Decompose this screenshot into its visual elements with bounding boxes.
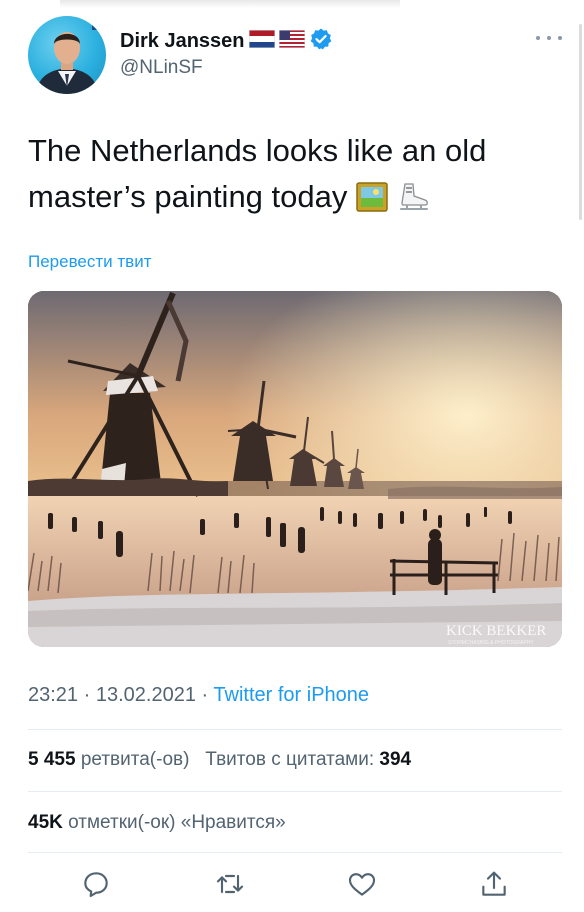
tweet-actions-bar bbox=[64, 868, 524, 902]
meta-separator: · bbox=[83, 684, 91, 706]
meta-separator: · bbox=[201, 684, 209, 706]
more-options-icon[interactable] bbox=[536, 30, 562, 46]
usa-flag-icon bbox=[278, 29, 306, 53]
divider bbox=[28, 729, 562, 730]
tweet-time[interactable]: 23:21 bbox=[28, 684, 78, 706]
netherlands-flag-icon bbox=[248, 29, 276, 53]
verified-badge-icon bbox=[309, 27, 333, 56]
quote-tweets-label: Твитов с цитатами: bbox=[205, 749, 375, 770]
previous-tweet-edge bbox=[60, 0, 400, 8]
tweet-text-line-1: The Netherlands looks like an old bbox=[28, 133, 487, 168]
avatar[interactable] bbox=[28, 16, 106, 94]
share-icon[interactable] bbox=[478, 868, 510, 900]
tweet-source-link[interactable]: Twitter for iPhone bbox=[213, 684, 369, 706]
tweet-photo[interactable]: KICK BEKKER STORMCHASING & PHOTOGRAPHY bbox=[28, 291, 562, 647]
quote-tweets-count: 394 bbox=[379, 749, 412, 770]
likes-count: 45K bbox=[28, 812, 63, 833]
divider bbox=[28, 852, 562, 853]
photo-watermark: KICK BEKKER bbox=[446, 623, 546, 639]
author-handle[interactable]: @NLinSF bbox=[120, 57, 203, 79]
author-name-row[interactable]: Dirk Janssen bbox=[120, 28, 333, 54]
retweets-count: 5 455 bbox=[28, 749, 76, 770]
retweet-icon[interactable] bbox=[214, 868, 246, 900]
divider bbox=[28, 791, 562, 792]
tweet-date[interactable]: 13.02.2021 bbox=[96, 684, 196, 706]
author-name[interactable]: Dirk Janssen bbox=[120, 30, 245, 53]
likes-label: отметки(-ок) «Нравится» bbox=[68, 812, 286, 833]
framed-picture-emoji-icon bbox=[356, 179, 388, 225]
tweet-text-line-2: master’s painting today bbox=[28, 179, 348, 214]
ice-skate-emoji-icon bbox=[397, 179, 431, 225]
like-icon[interactable] bbox=[346, 868, 378, 900]
retweet-stats-row: 5 455 ретвита(-ов) Твитов с цитатами: 39… bbox=[28, 749, 411, 771]
translate-tweet-link[interactable]: Перевести твит bbox=[28, 252, 151, 272]
reply-icon[interactable] bbox=[80, 868, 112, 900]
likes-stat[interactable]: 45K отметки(-ок) «Нравится» bbox=[28, 812, 286, 834]
photo-watermark-subtitle: STORMCHASING & PHOTOGRAPHY bbox=[448, 640, 534, 646]
quote-tweets-stat[interactable]: Твитов с цитатами: 394 bbox=[205, 749, 411, 770]
tweet-text: The Netherlands looks like an old master… bbox=[28, 128, 558, 225]
retweets-label: ретвита(-ов) bbox=[80, 749, 190, 770]
tweet-metadata: 23:21 · 13.02.2021 · Twitter for iPhone bbox=[28, 684, 369, 707]
scrollbar[interactable] bbox=[579, 24, 582, 220]
retweets-stat[interactable]: 5 455 ретвита(-ов) bbox=[28, 749, 195, 770]
